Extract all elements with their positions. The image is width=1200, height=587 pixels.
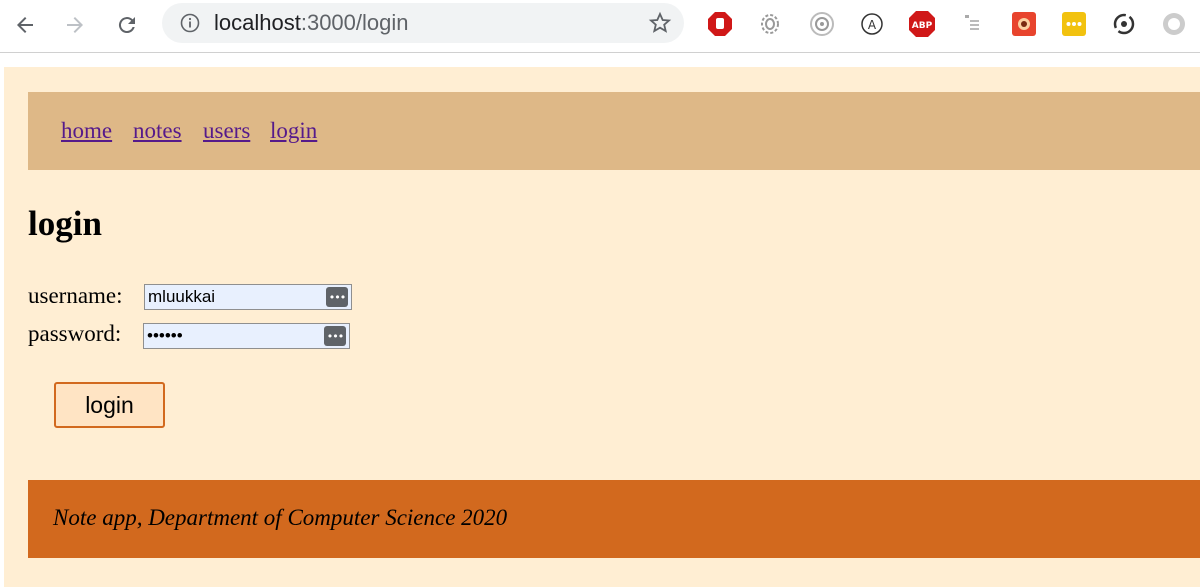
password-input[interactable] — [147, 325, 317, 347]
footer-text: Note app, Department of Computer Science… — [53, 505, 508, 530]
password-manager-icon[interactable]: ••• — [324, 326, 346, 346]
page-title: login — [28, 204, 102, 243]
forward-arrow-icon — [67, 17, 83, 33]
a-circle-icon[interactable]: A — [858, 10, 886, 38]
nav-link-login[interactable]: login — [270, 118, 317, 144]
username-field[interactable]: ••• — [144, 284, 352, 310]
dots-icon[interactable] — [1060, 10, 1088, 38]
hand-stop-icon[interactable] — [706, 10, 734, 38]
info-icon[interactable] — [180, 13, 200, 33]
svg-text:ABP: ABP — [912, 21, 933, 31]
nav-link-users[interactable]: users — [203, 118, 250, 144]
password-label: password: — [28, 321, 122, 346]
password-manager-icon[interactable]: ••• — [326, 287, 348, 307]
reload-icon — [118, 17, 135, 34]
tag-icon[interactable] — [958, 10, 986, 38]
back-arrow-icon — [17, 17, 33, 33]
circle-icon[interactable] — [1160, 10, 1188, 38]
back-button[interactable] — [10, 10, 40, 40]
password-field[interactable]: ••• — [143, 323, 350, 349]
footer: Note app, Department of Computer Science… — [28, 480, 1200, 558]
refresh-icon[interactable] — [1110, 10, 1138, 38]
abp-icon[interactable]: ABP — [908, 10, 936, 38]
forward-button[interactable] — [60, 10, 90, 40]
username-input[interactable] — [148, 286, 318, 308]
svg-text:A: A — [868, 18, 877, 32]
navigation-bar: home notes users login — [28, 92, 1200, 170]
target-icon[interactable] — [808, 10, 836, 38]
bookmark-star-icon[interactable] — [648, 11, 672, 35]
address-bar[interactable]: localhost:3000/login — [162, 3, 684, 43]
fingerprint-icon[interactable] — [756, 10, 784, 38]
url-text: localhost:3000/login — [214, 10, 409, 35]
browser-toolbar: localhost:3000/login A ABP — [0, 0, 1200, 53]
page-body: home notes users login login username: •… — [4, 67, 1200, 587]
nav-link-home[interactable]: home — [61, 118, 112, 144]
username-label: username: — [28, 283, 123, 308]
puzzle-icon[interactable] — [1010, 10, 1038, 38]
login-button[interactable]: login — [54, 382, 165, 428]
nav-link-notes[interactable]: notes — [133, 118, 182, 144]
reload-button[interactable] — [112, 10, 142, 40]
